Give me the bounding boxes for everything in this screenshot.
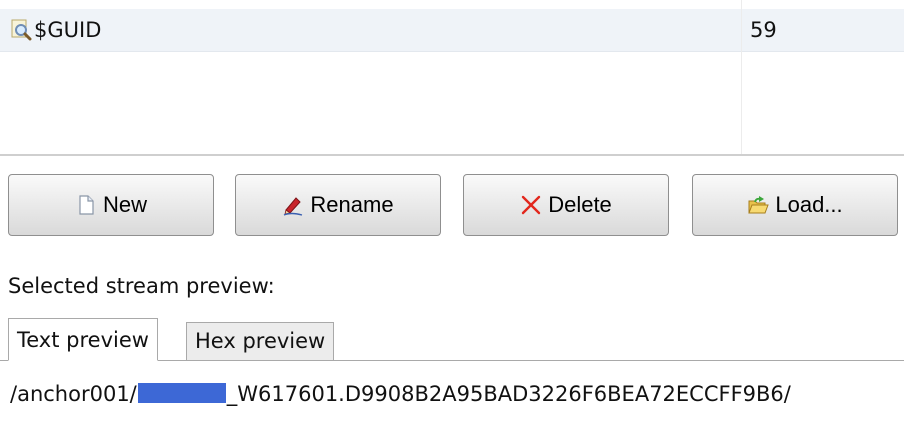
preview-text-prefix: /anchor001/ [10,382,137,406]
preview-text-suffix: _W617601.D9908B2A95BAD3226F6BEA72ECCFF9B… [226,382,791,406]
new-button-label: New [102,192,147,217]
load-button-label: Load... [775,192,843,217]
new-button[interactable]: New [8,174,214,236]
table-row[interactable]: $GUID 59 [0,9,904,52]
column-divider [741,0,742,155]
rename-button-label: Rename [310,192,394,217]
tab-hex-preview[interactable]: Hex preview [186,322,335,360]
new-document-icon [75,194,97,216]
redaction-block [137,383,226,403]
delete-button[interactable]: Delete [463,174,669,236]
stream-size: 59 [750,18,777,42]
stream-list-table: $GUID 59 [0,0,904,156]
open-folder-icon [747,194,770,216]
load-button[interactable]: Load... [692,174,898,236]
preview-content: /anchor001/ _W617601.D9908B2A95BAD3226F6B… [10,381,904,407]
preview-label: Selected stream preview: [8,274,275,298]
delete-button-label: Delete [548,192,612,217]
stream-search-icon [10,19,32,41]
stream-name: $GUID [34,18,102,42]
rename-button[interactable]: Rename [235,174,441,236]
tab-text-preview[interactable]: Text preview [8,318,158,361]
pencil-icon [282,194,304,216]
table-bottom-border [0,154,904,156]
delete-x-icon [520,194,542,216]
